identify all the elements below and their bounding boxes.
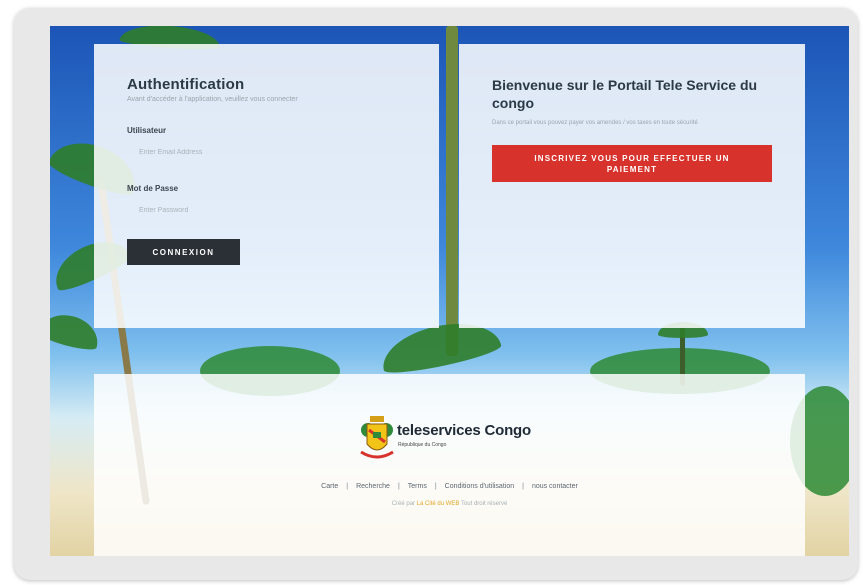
- footer-link-terms[interactable]: Terms: [408, 483, 427, 490]
- logo-tagline: République du Congo: [398, 442, 447, 448]
- register-button[interactable]: INSCRIVEZ VOUS POUR EFFECTUER UN PAIEMEN…: [492, 145, 772, 182]
- welcome-panel: Bienvenue sur le Portail Tele Service du…: [459, 44, 805, 328]
- palm-trunk: [446, 26, 458, 356]
- user-label: Utilisateur: [127, 126, 167, 135]
- nav-separator: |: [434, 483, 437, 490]
- credit-prefix: Créé par: [391, 501, 416, 507]
- nav-separator: |: [346, 483, 349, 490]
- nav-separator: |: [522, 483, 524, 490]
- footer-nav: Carte | Recherche | Terms | Conditions d'utili…: [94, 483, 805, 490]
- footer-link-recherche[interactable]: Recherche: [356, 483, 390, 490]
- auth-title: Authentification: [127, 76, 245, 93]
- credit-brand-link[interactable]: La Cité du WEB: [417, 501, 460, 507]
- footer-link-carte[interactable]: Carte: [321, 483, 338, 490]
- congo-coat-of-arms-icon: [360, 416, 394, 459]
- footer-panel: teleservices Congo République du Congo C…: [94, 374, 805, 556]
- password-label: Mot de Passe: [127, 184, 179, 193]
- nav-separator: |: [397, 483, 400, 490]
- logo-name: teleservices Congo: [397, 422, 531, 439]
- authentication-panel: Authentification Avant d'accéder à l'app…: [94, 44, 439, 328]
- footer-link-conditions[interactable]: Conditions d'utilisation: [445, 483, 514, 490]
- footer-credit: Créé par La Cité du WEB Tout droit réser…: [94, 501, 805, 507]
- password-input[interactable]: [127, 200, 407, 220]
- email-input[interactable]: [127, 142, 407, 162]
- auth-subtitle: Avant d'accéder à l'application, veuille…: [127, 96, 298, 103]
- login-button[interactable]: CONNEXION: [127, 239, 240, 265]
- site-logo[interactable]: teleservices Congo République du Congo: [359, 416, 539, 462]
- credit-suffix: Tout droit réservé: [460, 501, 508, 507]
- welcome-subtitle: Dans ce portail vous pouvez payer vos am…: [492, 120, 698, 126]
- footer-link-contact[interactable]: nous contacter: [532, 483, 578, 490]
- welcome-title: Bienvenue sur le Portail Tele Service du…: [492, 77, 758, 111]
